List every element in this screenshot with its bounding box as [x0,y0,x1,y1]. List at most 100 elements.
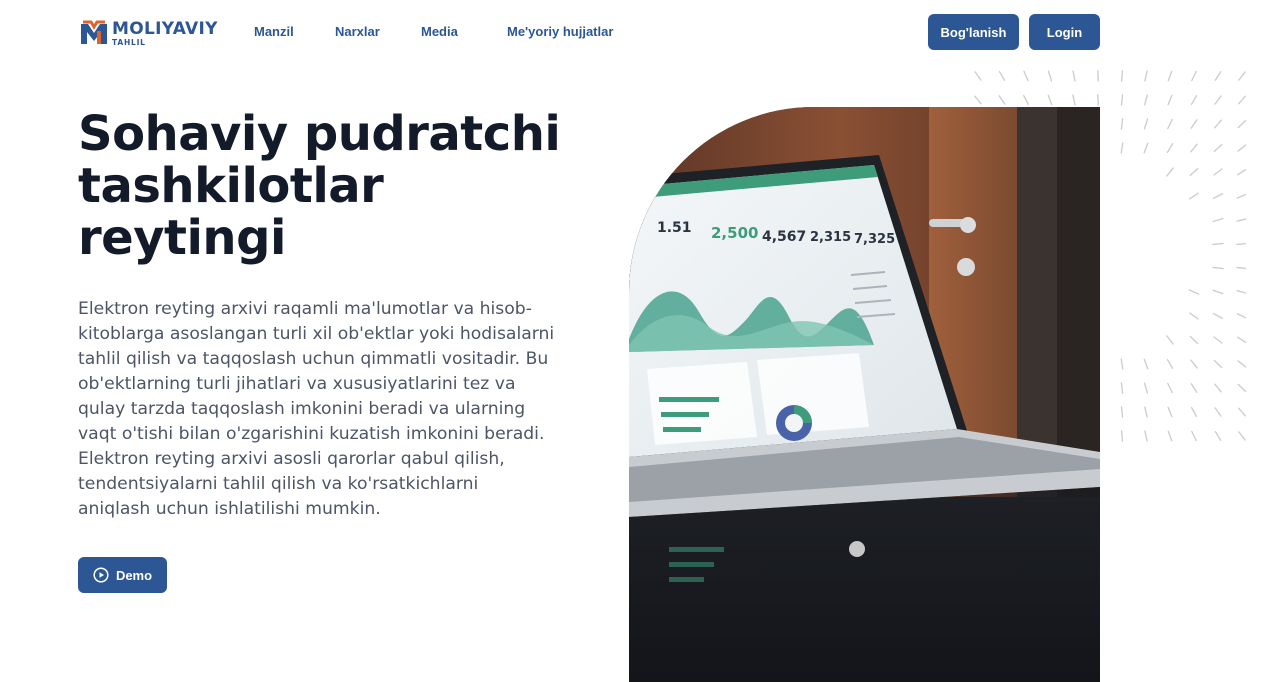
decorative-dash [1143,94,1149,106]
metric-2: 2,500 [711,224,758,242]
contact-button[interactable]: Bog'lanish [928,14,1019,50]
decorative-dash [974,71,982,81]
decorative-dash [1047,94,1053,106]
decorative-dash [1120,142,1124,154]
decorative-dash [1166,142,1174,154]
nav-link-meyoriy-hujjatlar[interactable]: Me'yoriy hujjatlar [507,24,613,39]
decorative-dash [1214,431,1222,441]
decorative-dash [1236,289,1246,294]
hero-image: 1.51 2,500 4,567 2,315 7,325 [629,107,1100,682]
decorative-dash [1047,70,1053,82]
decorative-dash [1238,95,1246,105]
decorative-dash [1188,289,1200,295]
decorative-dash [1238,71,1246,81]
decorative-dash [1189,312,1199,320]
decorative-dash [1214,95,1222,105]
decorative-dash [1212,312,1224,320]
metric-3: 4,567 [762,229,806,245]
decorative-dash [1236,242,1246,246]
decorative-dash [1144,406,1148,418]
decorative-dash [1236,193,1246,199]
decorative-dash [1213,119,1223,129]
decorative-dash [1190,95,1198,105]
decorative-dash [1189,192,1199,200]
decorative-dash [1023,94,1029,106]
decorative-dash [1120,406,1124,418]
decorative-dash [1212,217,1224,223]
decorative-dash [1213,168,1223,176]
decorative-dash [1166,335,1174,345]
decorative-dash [1212,242,1224,246]
decorative-dash [1212,192,1224,200]
decorative-dash [1237,360,1246,368]
decorative-dash [1072,94,1076,106]
decorative-dash [1143,382,1149,394]
brand-subtitle: TAHLIL [112,38,146,47]
decorative-dash [1212,266,1224,270]
decorative-dash [1237,336,1246,344]
decorative-dash [1213,359,1223,369]
decorative-dash [1213,336,1223,344]
decorative-dash [1167,406,1173,418]
decorative-dash [1120,382,1124,394]
decorative-dash [1190,359,1198,369]
brand-name: MOLIYAVIY [112,19,218,39]
decorative-dash [1189,167,1199,177]
metric-4: 2,315 [810,230,851,245]
decorative-dash [1167,70,1173,82]
decorative-dash [1166,167,1174,177]
decorative-dash [1167,430,1173,442]
decorative-dash [1238,407,1246,417]
decorative-dash [1120,118,1124,130]
decorative-dash [1214,71,1222,81]
logo-text: MOLIYAVIY TAHLIL [112,18,218,48]
decorative-dash [1167,118,1173,130]
play-circle-icon [93,567,109,583]
decorative-dash [1191,70,1197,82]
logo-mark-icon [81,20,107,44]
brand-logo[interactable]: MOLIYAVIY TAHLIL [79,18,224,50]
decorative-dash [1190,143,1198,153]
decorative-dash [1167,382,1173,394]
decorative-dash [1120,94,1124,106]
decorative-dash [1143,358,1149,370]
decorative-dash [998,95,1006,105]
nav-link-manzil[interactable]: Manzil [254,24,294,39]
login-button[interactable]: Login [1029,14,1100,50]
decorative-dash [1214,383,1222,393]
nav-link-narxlar[interactable]: Narxlar [335,24,380,39]
decorative-dash [1237,168,1246,176]
demo-button[interactable]: Demo [78,557,167,593]
decorative-dash [1238,431,1246,441]
decorative-dash [1214,407,1222,417]
nav-link-media[interactable]: Media [421,24,458,39]
decorative-dash [1189,335,1199,345]
hero-description: Elektron reyting arxivi raqamli ma'lumot… [78,299,555,519]
decorative-dash [1167,94,1173,106]
decorative-dash [1143,118,1149,130]
decorative-dash [1236,218,1246,222]
decorative-dash [1143,142,1149,154]
decorative-dash [1144,430,1148,442]
decorative-dash [1212,289,1224,295]
decorative-dash [974,95,982,105]
decorative-dash [998,70,1006,81]
metric-5: 7,325 [854,232,895,247]
demo-button-label: Demo [115,567,153,583]
decorative-dash [1166,359,1174,369]
decorative-dash [1120,430,1124,442]
decorative-dash [1190,119,1198,129]
decorative-dash [1072,70,1076,82]
decorative-dash [1190,383,1198,393]
decorative-dash [1120,358,1124,370]
decorative-dash [1237,119,1246,129]
decorative-dash [1120,70,1124,82]
laptop-dashboard-photo: 1.51 2,500 4,567 2,315 7,325 [629,107,1100,682]
decorative-dash [1213,143,1223,153]
decorative-dash [1237,383,1246,393]
decorative-dash [1191,430,1197,442]
site-header: MOLIYAVIY TAHLIL Manzil Narxlar Media Me… [0,0,1280,64]
hero-title: Sohaviy pudratchi tashkilotlar reytingi [78,106,561,266]
decorative-dash [1096,94,1100,106]
decorative-dash [1237,144,1246,152]
